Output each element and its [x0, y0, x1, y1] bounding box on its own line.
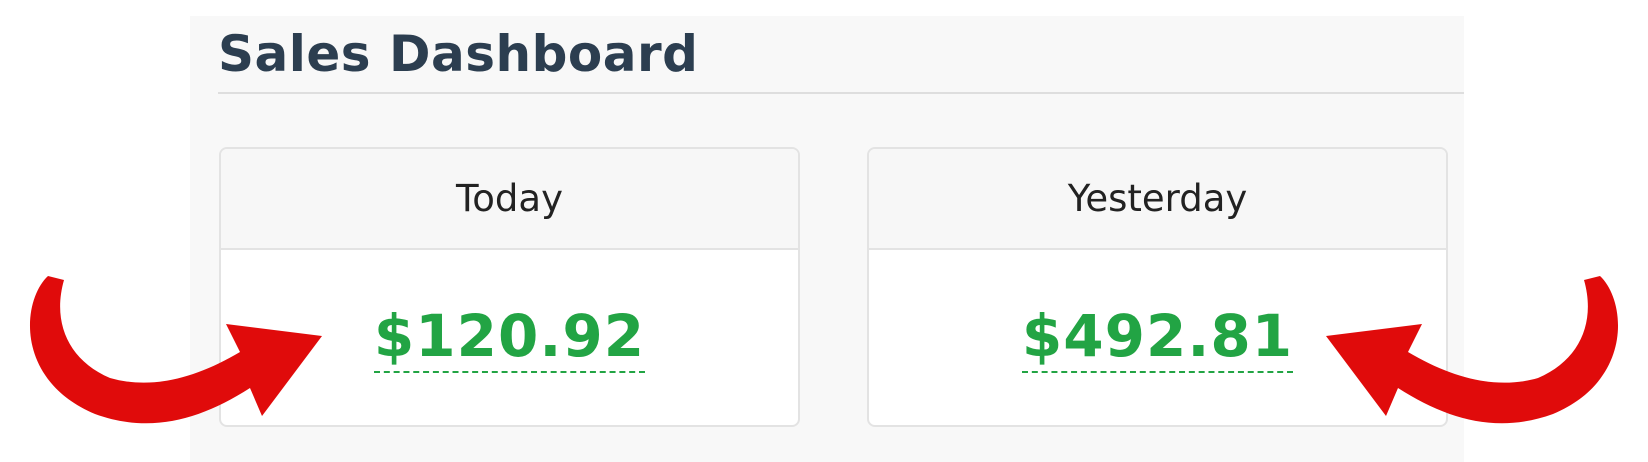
yesterday-sales-value[interactable]: $492.81 [1021, 303, 1294, 373]
today-label: Today [455, 177, 563, 220]
today-card: Today $120.92 [219, 147, 800, 427]
title-divider [218, 92, 1464, 94]
today-sales-value[interactable]: $120.92 [373, 303, 646, 373]
yesterday-card-body: $492.81 [869, 250, 1446, 425]
today-card-body: $120.92 [221, 250, 798, 425]
today-card-header: Today [221, 149, 798, 250]
yesterday-card-header: Yesterday [869, 149, 1446, 250]
yesterday-label: Yesterday [1067, 177, 1248, 220]
page-title: Sales Dashboard [218, 25, 699, 83]
yesterday-card: Yesterday $492.81 [867, 147, 1448, 427]
